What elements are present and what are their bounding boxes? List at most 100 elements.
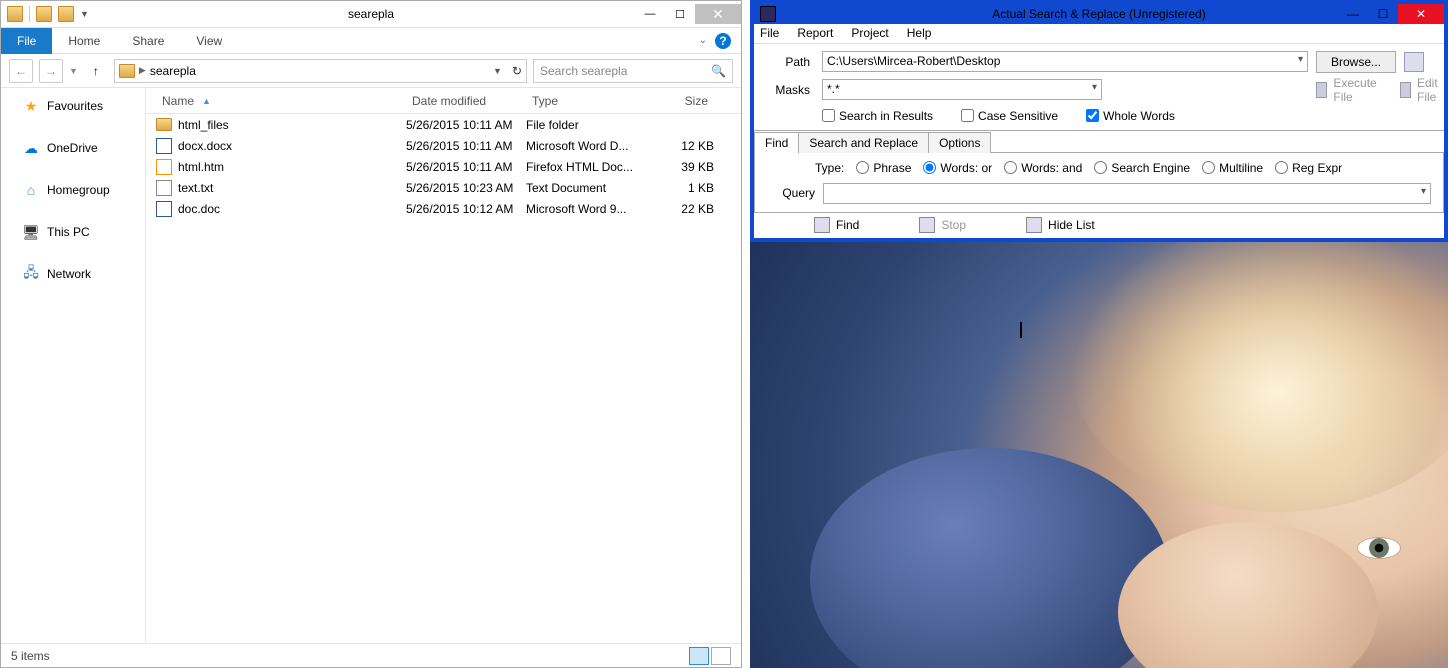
- masks-combo[interactable]: *.*: [822, 79, 1102, 100]
- sidebar-item-label: OneDrive: [47, 141, 98, 155]
- table-row[interactable]: docx.docx5/26/2015 10:11 AMMicrosoft Wor…: [146, 135, 741, 156]
- wallpaper-eye: [1284, 540, 1330, 560]
- file-icon: [156, 118, 172, 131]
- path-combo[interactable]: C:\Users\Mircea-Robert\Desktop: [822, 51, 1308, 72]
- maximize-button[interactable]: ☐: [665, 4, 695, 24]
- close-button[interactable]: ✕: [1398, 4, 1444, 24]
- back-button[interactable]: ←: [9, 59, 33, 83]
- menu-report[interactable]: Report: [797, 26, 833, 40]
- sidebar-favourites[interactable]: ★Favourites: [1, 94, 145, 118]
- table-row[interactable]: text.txt5/26/2015 10:23 AMText Document1…: [146, 177, 741, 198]
- folder-icon: [119, 64, 135, 78]
- case-sensitive-checkbox[interactable]: Case Sensitive: [961, 109, 1058, 123]
- radio-words-and[interactable]: Words: and: [1004, 161, 1082, 175]
- history-dropdown-icon[interactable]: ▼: [69, 66, 78, 76]
- refresh-icon[interactable]: ↻: [512, 64, 522, 78]
- type-label: Type:: [815, 161, 844, 175]
- breadcrumb-dropdown-icon[interactable]: ▼: [493, 66, 502, 76]
- radio-regexpr[interactable]: Reg Expr: [1275, 161, 1342, 175]
- find-panel: Type: Phrase Words: or Words: and Search…: [754, 152, 1444, 213]
- tab-share[interactable]: Share: [116, 29, 180, 53]
- status-text: 5 items: [11, 649, 50, 663]
- asr-titlebar[interactable]: Actual Search & Replace (Unregistered) —…: [754, 4, 1444, 24]
- col-date[interactable]: Date modified: [406, 94, 526, 108]
- file-name: html.htm: [178, 160, 224, 174]
- path-tool-icon[interactable]: [1404, 52, 1424, 72]
- properties-icon[interactable]: [36, 6, 52, 22]
- col-type[interactable]: Type: [526, 94, 644, 108]
- file-icon: [156, 159, 172, 175]
- sidebar-onedrive[interactable]: ☁OneDrive: [1, 136, 145, 160]
- sidebar-homegroup[interactable]: ⌂Homegroup: [1, 178, 145, 202]
- icons-view-button[interactable]: [711, 647, 731, 665]
- execute-icon: [1316, 82, 1327, 98]
- file-size: 22 KB: [644, 202, 714, 216]
- checkbox-row: Search in Results Case Sensitive Whole W…: [822, 109, 1434, 123]
- edit-icon: [1400, 82, 1411, 98]
- col-label: Name: [162, 94, 194, 108]
- file-size: 39 KB: [644, 160, 714, 174]
- nav-bar: ← → ▼ ↑ ▶ searepla ▼ ↻ Search searepla 🔍: [1, 54, 741, 88]
- search-icon[interactable]: 🔍: [711, 64, 726, 78]
- tab-home[interactable]: Home: [52, 29, 116, 53]
- table-row[interactable]: html.htm5/26/2015 10:11 AMFirefox HTML D…: [146, 156, 741, 177]
- ribbon-expand-icon[interactable]: ⌄: [699, 35, 707, 46]
- radio-multiline[interactable]: Multiline: [1202, 161, 1263, 175]
- query-combo[interactable]: [823, 183, 1431, 204]
- file-tab[interactable]: File: [1, 28, 52, 54]
- file-date: 5/26/2015 10:23 AM: [406, 181, 526, 195]
- tab-search-replace[interactable]: Search and Replace: [798, 132, 929, 153]
- forward-button[interactable]: →: [39, 59, 63, 83]
- help-icon[interactable]: ?: [715, 33, 731, 49]
- sidebar-thispc[interactable]: 🖥This PC: [1, 220, 145, 244]
- file-size: 1 KB: [644, 181, 714, 195]
- hide-icon: [1026, 217, 1042, 233]
- menu-help[interactable]: Help: [907, 26, 932, 40]
- close-button[interactable]: ✕: [695, 4, 741, 24]
- file-name: doc.doc: [178, 202, 220, 216]
- column-headers: Name▲ Date modified Type Size: [146, 88, 741, 114]
- menu-project[interactable]: Project: [851, 26, 888, 40]
- search-in-results-checkbox[interactable]: Search in Results: [822, 109, 933, 123]
- col-name[interactable]: Name▲: [156, 94, 406, 108]
- tab-options[interactable]: Options: [928, 132, 991, 153]
- minimize-button[interactable]: —: [1338, 4, 1368, 24]
- sidebar-network[interactable]: 🖧Network: [1, 262, 145, 286]
- menu-bar: File Report Project Help: [754, 24, 1444, 44]
- tab-view[interactable]: View: [180, 29, 238, 53]
- hide-list-button[interactable]: Hide List: [1026, 217, 1095, 233]
- asr-window: Actual Search & Replace (Unregistered) —…: [750, 0, 1448, 242]
- chevron-right-icon[interactable]: ▶: [139, 65, 146, 76]
- quick-access-toolbar: ▼: [1, 6, 95, 22]
- breadcrumb[interactable]: ▶ searepla ▼ ↻: [114, 59, 527, 83]
- minimize-button[interactable]: —: [635, 4, 665, 24]
- file-size: 12 KB: [644, 139, 714, 153]
- folder-icon[interactable]: [7, 6, 23, 22]
- sidebar-item-label: Homegroup: [47, 183, 110, 197]
- qat-dropdown-icon[interactable]: ▼: [80, 9, 89, 19]
- radio-phrase[interactable]: Phrase: [856, 161, 911, 175]
- new-folder-icon[interactable]: [58, 6, 74, 22]
- details-view-button[interactable]: [689, 647, 709, 665]
- breadcrumb-folder[interactable]: searepla: [150, 64, 196, 78]
- table-row[interactable]: doc.doc5/26/2015 10:12 AMMicrosoft Word …: [146, 198, 741, 219]
- maximize-button[interactable]: ☐: [1368, 4, 1398, 24]
- find-button[interactable]: Find: [814, 217, 859, 233]
- menu-file[interactable]: File: [760, 26, 779, 40]
- table-row[interactable]: html_files5/26/2015 10:11 AMFile folder: [146, 114, 741, 135]
- up-button[interactable]: ↑: [84, 59, 108, 83]
- radio-search-engine[interactable]: Search Engine: [1094, 161, 1190, 175]
- toolbar: Path C:\Users\Mircea-Robert\Desktop Brow…: [754, 44, 1444, 128]
- file-list: Name▲ Date modified Type Size html_files…: [146, 88, 741, 643]
- radio-words-or[interactable]: Words: or: [923, 161, 992, 175]
- col-size[interactable]: Size: [644, 94, 714, 108]
- text-cursor: [1020, 322, 1022, 338]
- explorer-titlebar[interactable]: ▼ searepla — ☐ ✕: [1, 1, 741, 28]
- tab-find[interactable]: Find: [754, 132, 799, 153]
- window-title: searepla: [1, 7, 741, 21]
- whole-words-checkbox[interactable]: Whole Words: [1086, 109, 1175, 123]
- explorer-window: ▼ searepla — ☐ ✕ File Home Share View ⌄ …: [0, 0, 742, 668]
- asr-tabs: Find Search and Replace Options: [754, 130, 1444, 152]
- search-input[interactable]: Search searepla 🔍: [533, 59, 733, 83]
- browse-button[interactable]: Browse...: [1316, 51, 1396, 73]
